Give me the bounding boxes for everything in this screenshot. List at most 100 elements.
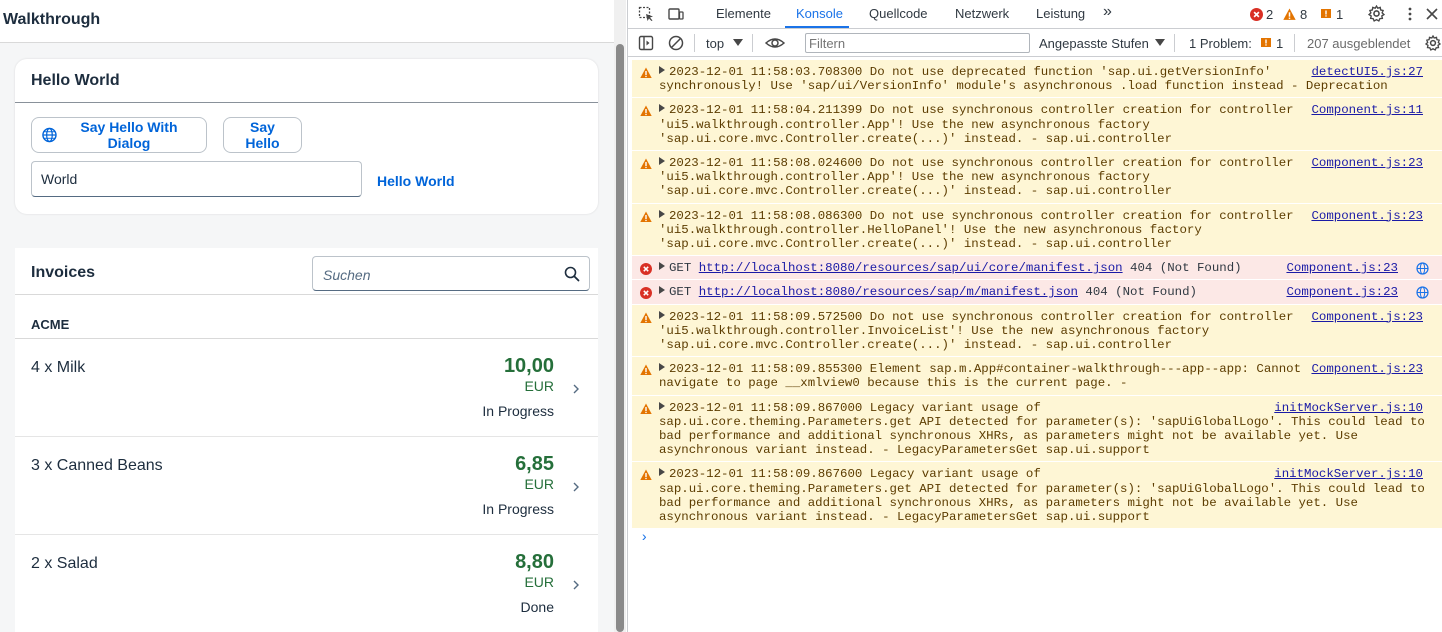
network-request-icon[interactable] [1416, 286, 1429, 300]
hidden-messages-count: 207 ausgeblendet [1307, 36, 1411, 51]
problems-label[interactable]: 1 Problem: [1189, 36, 1252, 51]
console-warning-message[interactable]: 2023-12-01 11:58:08.086300 Do not use sy… [632, 203, 1442, 257]
console-warning-message[interactable]: 2023-12-01 11:58:09.572500 Do not use sy… [632, 304, 1442, 358]
say-hello-dialog-button[interactable]: Say Hello With Dialog [31, 117, 207, 153]
request-status: 404 (Not Found) [1085, 285, 1197, 300]
message-text: 2023-12-01 11:58:04.211399 Do not use sy… [659, 103, 1294, 146]
console-settings-gear-icon[interactable] [1425, 35, 1441, 51]
toolbar-divider [752, 34, 753, 52]
expand-triangle-icon[interactable] [659, 310, 665, 319]
console-warning-message[interactable]: 2023-12-01 11:58:09.867600 Legacy varian… [632, 462, 1442, 530]
sidebar-toggle-icon[interactable] [638, 35, 654, 51]
expand-triangle-icon[interactable] [659, 209, 665, 218]
request-url-link[interactable]: http://localhost:8080/resources/sap/ui/c… [699, 261, 1123, 275]
name-input[interactable] [31, 161, 362, 197]
group-header-acme: ACME [15, 295, 598, 339]
console-toolbar: top Angepasste Stufen 1 Problem: 1 207 a… [628, 30, 1442, 57]
console-warning-message[interactable]: 2023-12-01 11:58:08.024600 Do not use sy… [632, 151, 1442, 204]
source-link[interactable]: Component.js:23 [1286, 285, 1398, 299]
more-options-icon[interactable] [1402, 6, 1418, 22]
dropdown-arrow-icon[interactable] [733, 39, 743, 47]
invoice-item[interactable]: 3 x Canned Beans 6,85 EUR In Progress [15, 437, 598, 535]
tab-elemente[interactable]: Elemente [716, 6, 771, 21]
tab-leistung[interactable]: Leistung [1036, 6, 1085, 21]
invoice-item-currency: EUR [524, 574, 554, 590]
say-hello-dialog-label: Say Hello With Dialog [80, 119, 178, 151]
source-link[interactable]: Component.js:23 [1286, 261, 1398, 275]
console-error-message[interactable]: GET http://localhost:8080/resources/sap/… [632, 280, 1442, 305]
context-selector[interactable]: top [706, 36, 724, 51]
invoice-item[interactable]: 2 x Salad 8,80 EUR Done [15, 535, 598, 632]
tab-netzwerk[interactable]: Netzwerk [955, 6, 1009, 21]
hello-panel: Hello World Say Hello With Dialog Say He… [15, 59, 598, 214]
search-placeholder: Suchen [323, 267, 371, 283]
app-pane: Walkthrough Hello World Say Hello With D… [0, 0, 614, 632]
request-url-link[interactable]: http://localhost:8080/resources/sap/m/ma… [699, 285, 1078, 299]
invoice-list: Invoices Suchen ACME 4 x Milk 10,00 EUR … [15, 248, 598, 632]
message-text: 2023-12-01 11:58:03.708300 Do not use de… [659, 65, 1388, 94]
source-link[interactable]: initMockServer.js:10 [1274, 401, 1423, 415]
scrollbar-thumb[interactable] [616, 44, 624, 632]
console-error-message[interactable]: GET http://localhost:8080/resources/sap/… [632, 256, 1442, 281]
source-link[interactable]: detectUI5.js:27 [1311, 65, 1423, 79]
settings-gear-icon[interactable] [1368, 5, 1385, 22]
error-count[interactable]: 2 [1266, 7, 1273, 22]
message-text: 2023-12-01 11:58:09.572500 Do not use sy… [659, 309, 1294, 353]
message-text: 2023-12-01 11:58:08.024600 Do not use sy… [659, 156, 1294, 199]
log-levels-dropdown[interactable]: Angepasste Stufen [1039, 36, 1149, 51]
app-scrollbar[interactable] [614, 0, 626, 632]
expand-triangle-icon[interactable] [659, 401, 665, 410]
warning-icon [640, 158, 652, 170]
say-hello-button[interactable]: Say Hello [223, 117, 302, 153]
console-warning-message[interactable]: 2023-12-01 11:58:03.708300 Do not use de… [632, 60, 1442, 99]
issue-count[interactable]: 1 [1336, 7, 1343, 22]
app-title: Walkthrough [0, 0, 614, 43]
clear-console-icon[interactable] [668, 35, 684, 51]
console-warning-message[interactable]: 2023-12-01 11:58:04.211399 Do not use sy… [632, 98, 1442, 152]
expand-triangle-icon[interactable] [659, 286, 665, 295]
search-icon[interactable] [564, 266, 580, 282]
tab-quellcode[interactable]: Quellcode [869, 6, 928, 21]
error-icon [640, 263, 652, 276]
expand-triangle-icon[interactable] [659, 468, 665, 477]
console-prompt[interactable]: › [640, 530, 648, 546]
warning-icon [640, 403, 652, 414]
device-toolbar-icon[interactable] [668, 6, 684, 22]
expand-triangle-icon[interactable] [659, 363, 665, 372]
invoice-title: Invoices [31, 264, 96, 281]
console-warning-message[interactable]: 2023-12-01 11:58:09.855300 Element sap.m… [632, 357, 1442, 396]
invoice-item-status: In Progress [482, 403, 554, 419]
expand-triangle-icon[interactable] [659, 104, 665, 113]
warning-count[interactable]: 8 [1300, 7, 1307, 22]
source-link[interactable]: Component.js:11 [1311, 103, 1423, 117]
expand-triangle-icon[interactable] [659, 66, 665, 74]
console-warning-message[interactable]: 2023-12-01 11:58:09.867000 Legacy varian… [632, 395, 1442, 463]
expand-triangle-icon[interactable] [659, 157, 665, 166]
network-request-icon[interactable] [1416, 262, 1429, 275]
expand-triangle-icon[interactable] [659, 262, 665, 271]
message-text: 2023-12-01 11:58:08.086300 Do not use sy… [659, 208, 1294, 252]
invoice-item-amount: 10,00 [503, 355, 554, 377]
more-tabs-button[interactable]: » [1103, 3, 1112, 21]
source-link[interactable]: Component.js:23 [1311, 156, 1423, 170]
active-tab-indicator [785, 26, 849, 28]
toolbar-divider [1294, 34, 1295, 52]
console-filter-input[interactable] [805, 33, 1030, 53]
invoice-item-currency: EUR [524, 378, 554, 394]
source-link[interactable]: Component.js:23 [1311, 362, 1423, 376]
invoice-item-amount: 6,85 [515, 453, 554, 475]
source-link[interactable]: Component.js:23 [1311, 209, 1423, 223]
invoice-item[interactable]: 4 x Milk 10,00 EUR In Progress [15, 339, 598, 437]
dropdown-arrow-icon[interactable] [1155, 39, 1165, 47]
source-link[interactable]: Component.js:23 [1311, 310, 1423, 324]
problems-count[interactable]: 1 [1276, 36, 1283, 51]
inspect-element-icon[interactable] [638, 6, 654, 22]
source-link[interactable]: initMockServer.js:10 [1274, 467, 1423, 481]
tab-konsole[interactable]: Konsole [796, 6, 843, 21]
close-icon[interactable] [1424, 6, 1440, 22]
hello-panel-title: Hello World [15, 59, 598, 103]
live-expression-eye-icon[interactable] [765, 35, 785, 51]
chevron-right-icon [573, 384, 579, 394]
warning-icon [640, 67, 652, 78]
invoice-search-field[interactable]: Suchen [312, 256, 590, 291]
